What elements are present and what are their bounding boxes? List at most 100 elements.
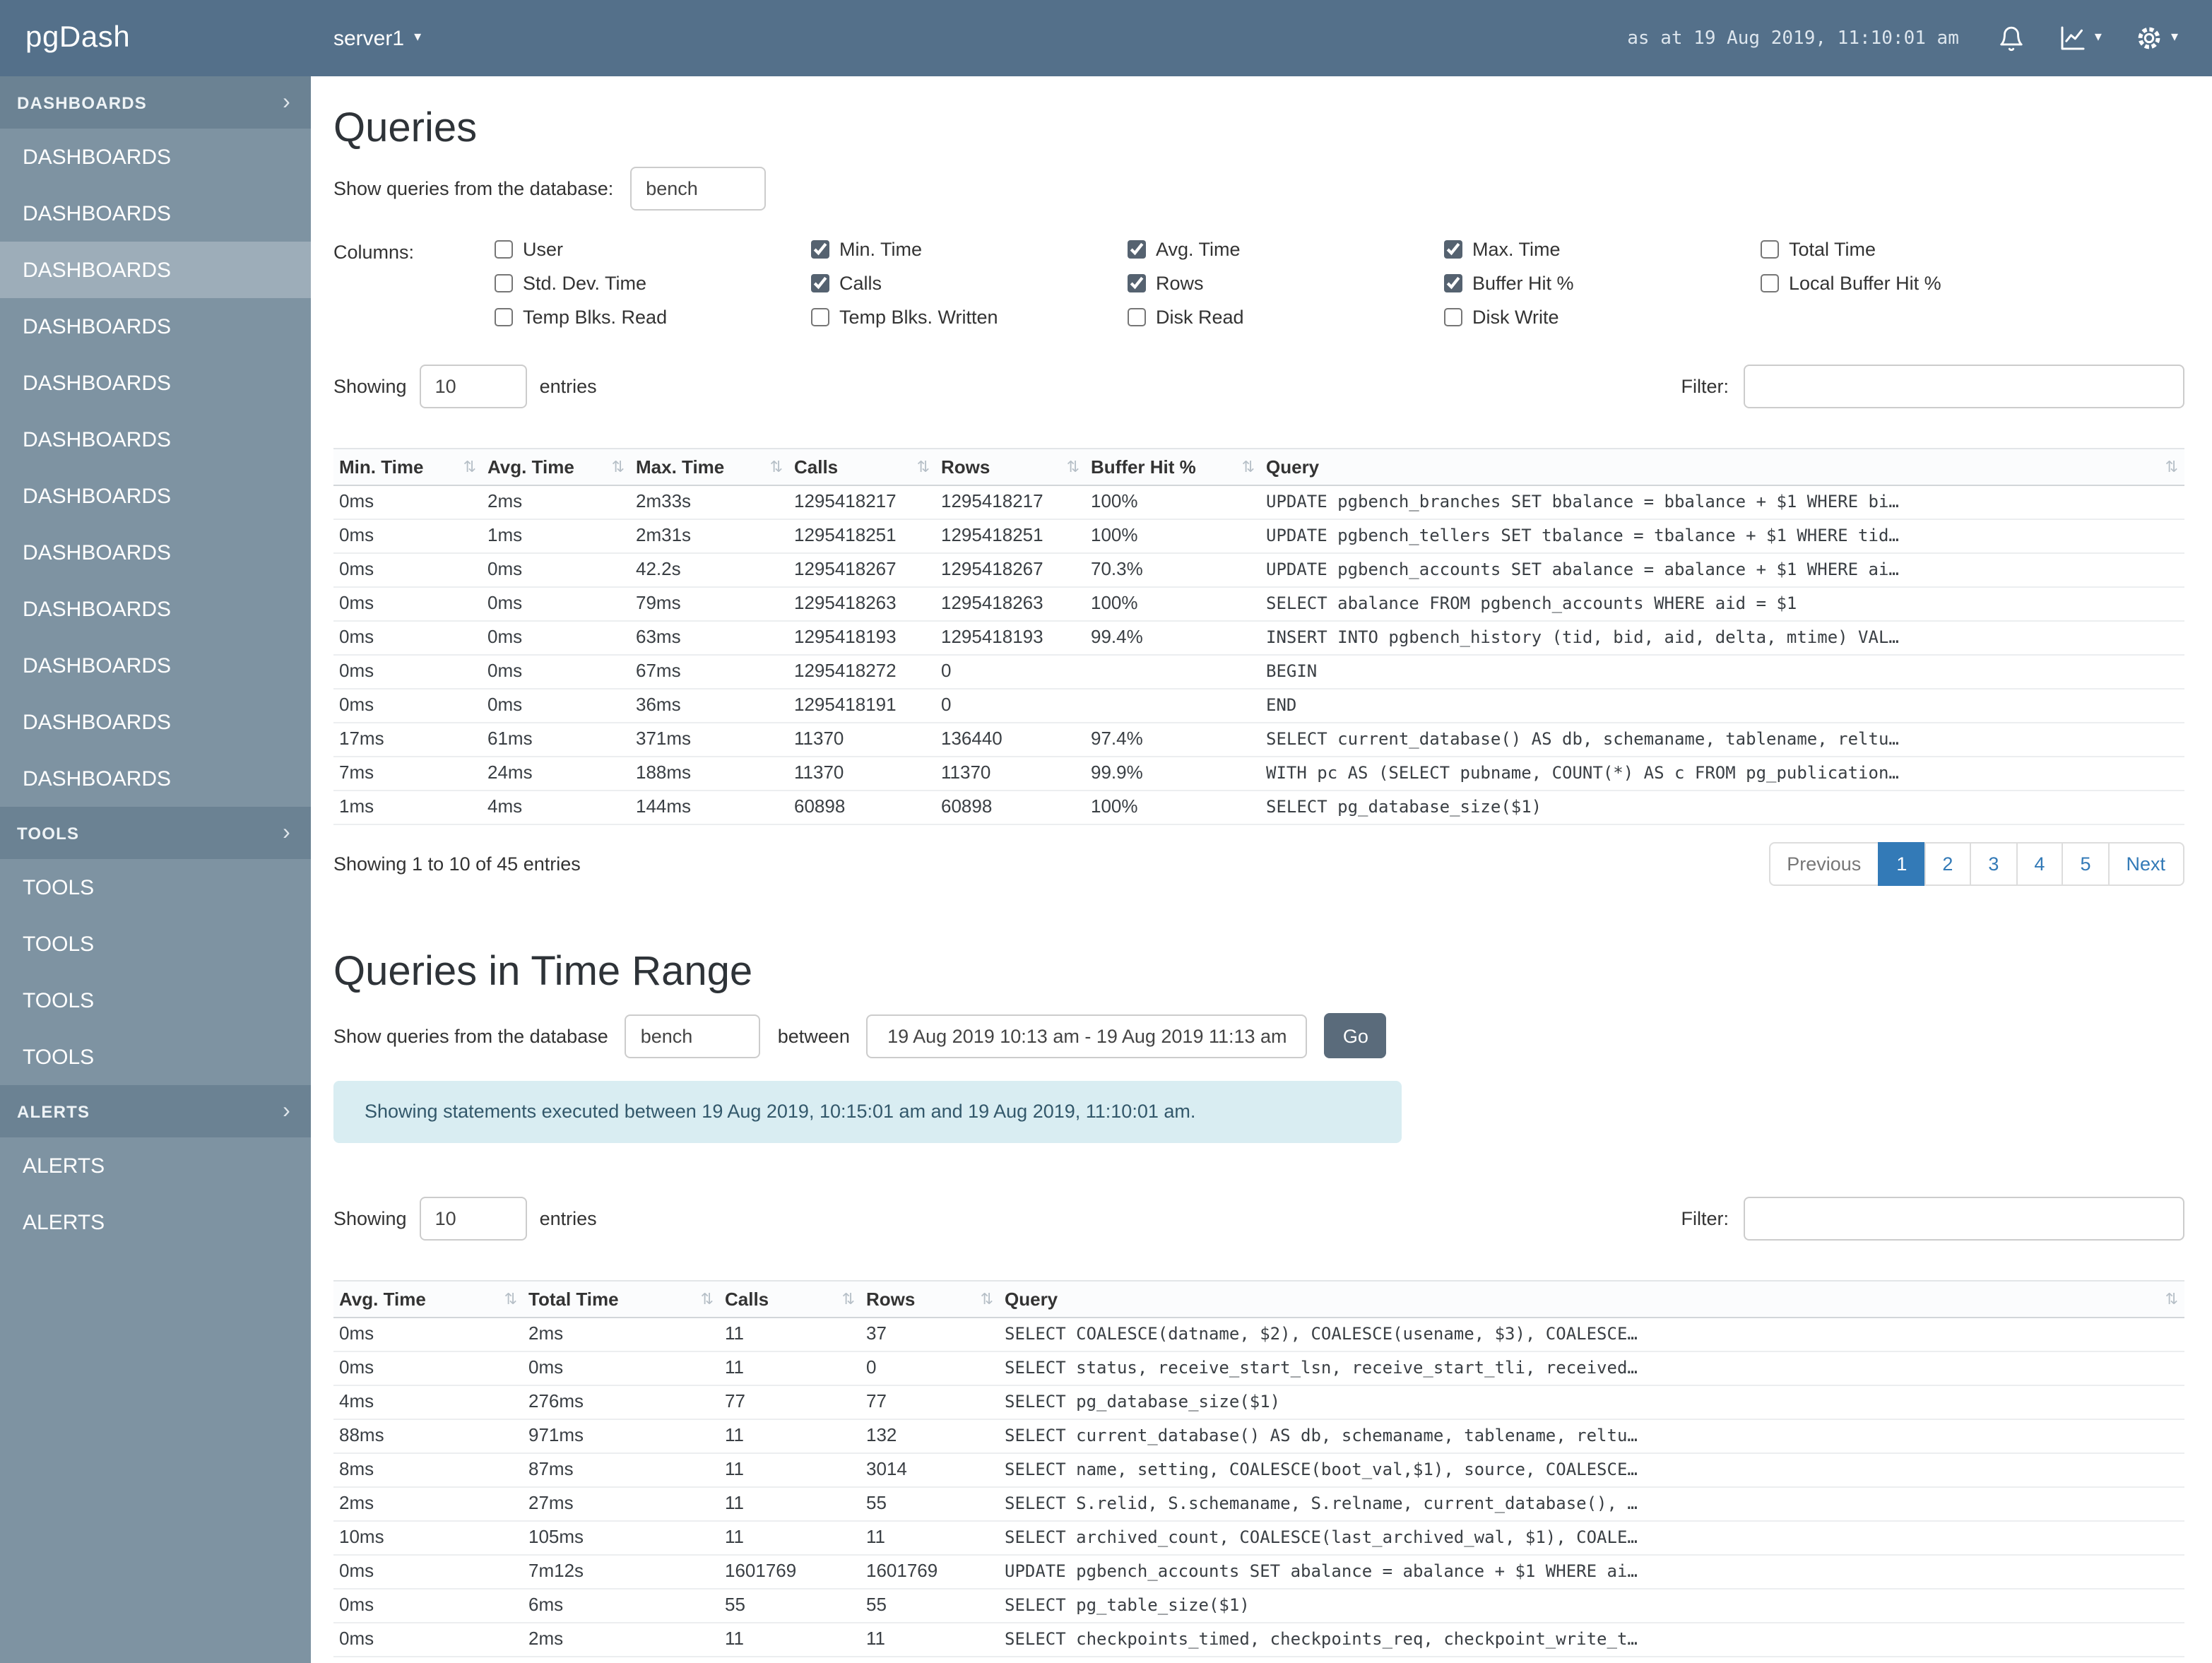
sidebar-item[interactable]: DASHBOARDS	[0, 581, 311, 637]
query-link[interactable]: SELECT COALESCE(datname, $2), COALESCE(u…	[999, 1318, 2184, 1352]
column-header[interactable]: Calls ⇅	[719, 1280, 860, 1318]
sidebar-section-header[interactable]: ALERTS ›	[0, 1085, 311, 1137]
query-link[interactable]: SELECT archived_count, COALESCE(last_arc…	[999, 1521, 2184, 1556]
column-checkbox[interactable]	[811, 308, 829, 326]
sidebar-section-header[interactable]: TOOLS ›	[0, 807, 311, 859]
column-checkbox-option[interactable]: Disk Write	[1444, 307, 1761, 328]
column-header[interactable]: Buffer Hit % ⇅	[1085, 448, 1260, 486]
column-checkbox[interactable]	[1128, 274, 1146, 292]
pagination-page[interactable]: 1	[1878, 842, 1926, 886]
sidebar-item[interactable]: DASHBOARDS	[0, 694, 311, 750]
column-checkbox-option[interactable]: Avg. Time	[1128, 239, 1444, 260]
column-header[interactable]: Avg. Time ⇅	[333, 1280, 523, 1318]
filter-input[interactable]	[1743, 1197, 2184, 1241]
query-link[interactable]: SELECT current_database() AS db, scheman…	[1260, 723, 2184, 757]
sidebar-item[interactable]: DASHBOARDS	[0, 750, 311, 807]
pagination-page[interactable]: 4	[2016, 842, 2064, 886]
column-checkbox-option[interactable]: Temp Blks. Read	[495, 307, 811, 328]
sidebar-item[interactable]: DASHBOARDS	[0, 637, 311, 694]
database-input[interactable]	[625, 1014, 761, 1058]
notifications-button[interactable]	[1999, 25, 2025, 52]
column-checkbox-option[interactable]: Total Time	[1761, 239, 2077, 260]
settings-menu-button[interactable]: ▾	[2136, 24, 2178, 52]
brand-logo[interactable]: pgDash	[0, 21, 311, 55]
sidebar-item[interactable]: ALERTS	[0, 1137, 311, 1194]
sidebar-item[interactable]: DASHBOARDS	[0, 298, 311, 355]
column-checkbox-option[interactable]: Disk Read	[1128, 307, 1444, 328]
page-size-input[interactable]	[419, 1197, 527, 1241]
column-header[interactable]: Calls ⇅	[788, 448, 935, 486]
column-checkbox[interactable]	[495, 274, 513, 292]
pagination-next[interactable]: Next	[2107, 842, 2184, 886]
column-header[interactable]: Query ⇅	[1260, 448, 2184, 486]
date-range-input[interactable]	[866, 1014, 1308, 1058]
column-checkbox-option[interactable]: Temp Blks. Written	[811, 307, 1128, 328]
query-link[interactable]: UPDATE pgbench_accounts SET abalance = a…	[999, 1555, 2184, 1590]
pagination-page[interactable]: 3	[1970, 842, 2018, 886]
column-header[interactable]: Query ⇅	[999, 1280, 2184, 1318]
column-checkbox-option[interactable]: Max. Time	[1444, 239, 1761, 260]
query-link[interactable]: END	[1260, 689, 2184, 723]
page-size-input[interactable]	[419, 365, 527, 408]
pagination-previous[interactable]: Previous	[1768, 842, 1880, 886]
column-checkbox[interactable]	[495, 308, 513, 326]
sidebar-item[interactable]: DASHBOARDS	[0, 524, 311, 581]
sidebar-section-header[interactable]: DASHBOARDS ›	[0, 76, 311, 129]
query-link[interactable]: SELECT pg_database_size($1)	[1260, 791, 2184, 825]
query-link[interactable]: SELECT status, receive_start_lsn, receiv…	[999, 1351, 2184, 1386]
charts-menu-button[interactable]: ▾	[2059, 24, 2102, 52]
query-link[interactable]: UPDATE pgbench_accounts SET abalance = a…	[1260, 553, 2184, 588]
filter-input[interactable]	[1743, 365, 2184, 408]
server-selector[interactable]: server1 ▾	[333, 26, 421, 50]
column-checkbox[interactable]	[811, 274, 829, 292]
sidebar-item[interactable]: DASHBOARDS	[0, 411, 311, 468]
column-checkbox[interactable]	[1761, 240, 1779, 259]
query-link[interactable]: BEGIN	[1260, 655, 2184, 690]
query-link[interactable]: UPDATE pgbench_tellers SET tbalance = tb…	[1260, 519, 2184, 554]
column-checkbox-option[interactable]: Rows	[1128, 273, 1444, 294]
query-link[interactable]: SELECT pg_database_size($1)	[999, 1385, 2184, 1420]
sidebar-item[interactable]: DASHBOARDS	[0, 355, 311, 411]
column-checkbox[interactable]	[1444, 308, 1462, 326]
column-checkbox[interactable]	[495, 240, 513, 259]
column-header[interactable]: Max. Time ⇅	[630, 448, 788, 486]
query-link[interactable]: INSERT INTO pgbench_history (tid, bid, a…	[1260, 621, 2184, 656]
query-link[interactable]: SELECT name, setting, COALESCE(boot_val,…	[999, 1453, 2184, 1488]
query-link[interactable]: SELECT checkpoints_timed, checkpoints_re…	[999, 1623, 2184, 1657]
column-checkbox-option[interactable]: Std. Dev. Time	[495, 273, 811, 294]
column-checkbox[interactable]	[1761, 274, 1779, 292]
sidebar-item[interactable]: DASHBOARDS	[0, 468, 311, 524]
column-header[interactable]: Avg. Time ⇅	[482, 448, 630, 486]
column-checkbox-option[interactable]: User	[495, 239, 811, 260]
column-checkbox-option[interactable]: Buffer Hit %	[1444, 273, 1761, 294]
column-checkbox[interactable]	[1128, 308, 1146, 326]
sidebar-item[interactable]: DASHBOARDS	[0, 185, 311, 242]
query-link[interactable]: SELECT current_database() AS db, scheman…	[999, 1419, 2184, 1454]
sidebar-item[interactable]: TOOLS	[0, 1029, 311, 1085]
column-header[interactable]: Total Time ⇅	[523, 1280, 719, 1318]
pagination-page[interactable]: 5	[2062, 842, 2110, 886]
query-link[interactable]: SELECT pg_table_size($1)	[999, 1589, 2184, 1623]
column-checkbox-option[interactable]: Calls	[811, 273, 1128, 294]
database-input[interactable]	[630, 167, 767, 211]
column-checkbox-option[interactable]: Local Buffer Hit %	[1761, 273, 2077, 294]
query-link[interactable]: SELECT S.relid, S.schemaname, S.relname,…	[999, 1487, 2184, 1522]
sidebar-item[interactable]: TOOLS	[0, 859, 311, 916]
sidebar-item[interactable]: DASHBOARDS	[0, 242, 311, 298]
sidebar-item[interactable]: DASHBOARDS	[0, 129, 311, 185]
query-link[interactable]: SELECT abalance FROM pgbench_accounts WH…	[1260, 587, 2184, 622]
sidebar-item[interactable]: TOOLS	[0, 916, 311, 972]
query-link[interactable]: WITH pc AS (SELECT pubname, COUNT(*) AS …	[1260, 757, 2184, 791]
sidebar-item[interactable]: ALERTS	[0, 1194, 311, 1250]
column-header[interactable]: Min. Time ⇅	[333, 448, 482, 486]
column-checkbox[interactable]	[1444, 274, 1462, 292]
sidebar-item[interactable]: TOOLS	[0, 972, 311, 1029]
column-checkbox[interactable]	[1128, 240, 1146, 259]
go-button[interactable]: Go	[1324, 1013, 1387, 1058]
column-checkbox[interactable]	[1444, 240, 1462, 259]
query-link[interactable]: UPDATE pgbench_branches SET bbalance = b…	[1260, 485, 2184, 520]
column-checkbox[interactable]	[811, 240, 829, 259]
pagination-page[interactable]: 2	[1924, 842, 1972, 886]
column-header[interactable]: Rows ⇅	[935, 448, 1085, 486]
column-checkbox-option[interactable]: Min. Time	[811, 239, 1128, 260]
